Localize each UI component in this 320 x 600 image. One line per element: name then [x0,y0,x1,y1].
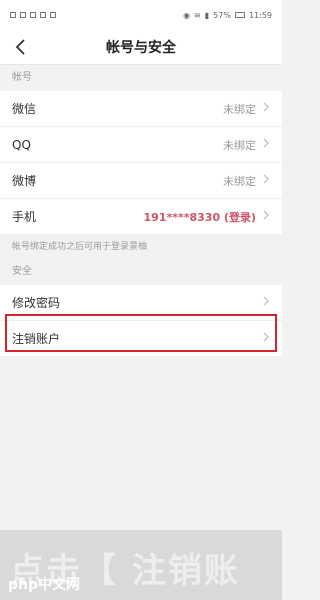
bottom-caption-area: 点击【 注销账 php中文网 [0,530,282,600]
notification-icon [10,12,16,18]
chevron-right-icon [262,102,270,115]
account-row-phone[interactable]: 手机 191****8330 (登录) [0,199,282,235]
security-row-delete-account[interactable]: 注销账户 [0,321,282,357]
top-bar: 帐号与安全 [0,30,282,65]
bind-status: 未绑定 [223,138,256,152]
status-time: 11:59 [248,10,272,20]
section-label-security: 安全 [0,259,282,285]
bind-status: 未绑定 [223,102,256,116]
row-label: 手机 [12,210,37,224]
section-label-account: 帐号 [0,65,282,91]
eye-icon: ◉ [183,10,191,20]
row-label: 微信 [12,102,37,116]
wifi-icon: ≋ [194,10,201,20]
chevron-right-icon [262,174,270,187]
back-button[interactable] [10,36,30,58]
row-value: 未绑定 [223,173,270,189]
status-icons-right: ◉ ≋ ▮ 57% 11:59 [183,11,272,20]
status-bar: ◉ ≋ ▮ 57% 11:59 [0,0,282,30]
security-row-change-password[interactable]: 修改密码 [0,285,282,321]
watermark-logo: php中文网 [8,577,81,593]
signal-icon: ▮ [204,10,210,20]
back-arrow-icon [15,39,25,55]
row-value: 未绑定 [223,101,270,117]
page-title: 帐号与安全 [106,40,176,56]
chevron-right-icon [262,210,270,223]
bind-status: 未绑定 [223,174,256,188]
row-label: 修改密码 [12,296,61,310]
battery-icon [234,12,245,18]
row-label: 注销账户 [12,332,61,346]
row-value: 未绑定 [223,137,270,153]
battery-percent: 57% [213,10,231,20]
row-value: 191****8330 (登录) [144,209,270,225]
notification-icon [50,12,56,18]
account-row-qq[interactable]: QQ 未绑定 [0,127,282,163]
notification-icon [20,12,26,18]
chevron-right-icon [262,138,270,151]
row-label: QQ [12,137,31,152]
notification-icon [40,12,46,18]
account-note: 帐号绑定成功之后可用于登录景柚 [0,235,282,259]
row-value [262,296,270,309]
chevron-right-icon [262,296,270,309]
chevron-right-icon [262,332,270,345]
row-label: 微博 [12,174,37,188]
phone-number: 191****8330 (登录) [143,210,256,224]
row-value [262,332,270,345]
account-row-wechat[interactable]: 微信 未绑定 [0,91,282,127]
account-row-weibo[interactable]: 微博 未绑定 [0,163,282,199]
notification-icon [30,12,36,18]
status-icons-left [10,12,56,18]
